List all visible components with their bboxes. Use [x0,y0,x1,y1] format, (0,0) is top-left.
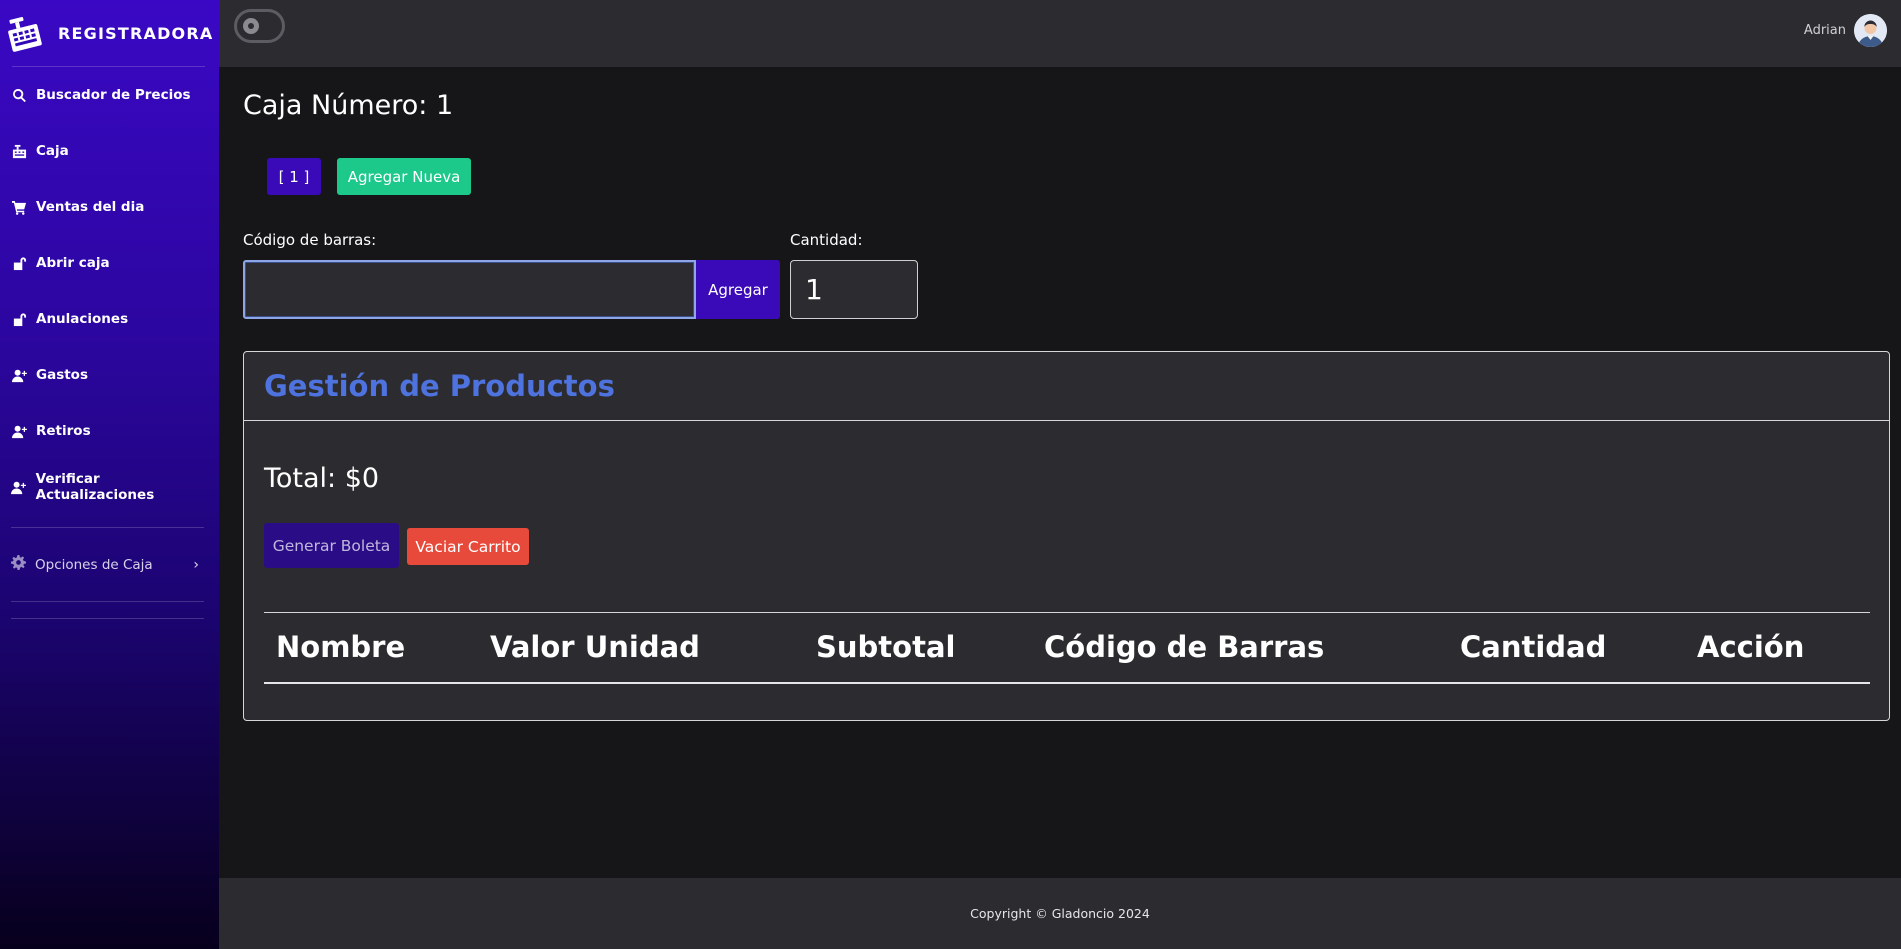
add-new-cash-register-button[interactable]: Agregar Nueva [337,158,471,195]
empty-cart-button[interactable]: Vaciar Carrito [407,528,529,565]
sidebar-item-caja[interactable]: Caja [0,123,219,179]
chevron-right-icon: › [193,556,199,573]
brand-name: REGISTRADORA [58,23,214,43]
cart-total: Total: $0 [264,463,380,494]
quantity-label: Cantidad: [790,231,863,249]
products-table: Nombre Valor Unidad Subtotal Código de B… [264,612,1870,684]
sidebar: REGISTRADORA Buscador de Precios Caja Ve… [0,0,219,949]
cash-register-icon [8,16,42,52]
user-plus-icon [11,479,27,495]
sidebar-divider [11,618,204,619]
sidebar-item-gastos[interactable]: Gastos [0,347,219,403]
add-product-button[interactable]: Agregar [696,260,780,319]
sidebar-item-verificar-actualizaciones[interactable]: Verificar Actualizaciones [0,459,219,515]
sidebar-item-retiros[interactable]: Retiros [0,403,219,459]
sidebar-item-buscador-de-precios[interactable]: Buscador de Precios [0,67,219,123]
toggle-knob [243,18,259,34]
sidebar-item-label: Caja [36,143,69,159]
column-header-nombre: Nombre [264,612,478,684]
products-card: Gestión de Productos Total: $0 Generar B… [243,351,1890,721]
sidebar-item-label: Abrir caja [36,255,110,271]
sidebar-item-opciones-de-caja[interactable]: Opciones de Caja › [0,528,219,601]
sidebar-item-anulaciones[interactable]: Anulaciones [0,291,219,347]
card-title: Gestión de Productos [264,369,615,403]
unlock-icon [11,311,27,327]
barcode-label: Código de barras: [243,231,377,249]
user-plus-icon [11,423,27,439]
cart-icon [11,199,27,215]
theme-toggle-icon[interactable] [234,9,285,43]
cash-register-icon [11,143,27,159]
card-header: Gestión de Productos [244,352,1889,421]
column-header-valor-unidad: Valor Unidad [478,612,804,684]
column-header-subtotal: Subtotal [804,612,1032,684]
column-header-cantidad: Cantidad [1448,612,1685,684]
sidebar-item-label: Opciones de Caja [35,556,153,573]
copyright-text: Copyright © Gladoncio 2024 [970,906,1150,921]
sidebar-item-label: Ventas del dia [36,199,145,215]
cash-register-tab-1[interactable]: [ 1 ] [267,158,321,195]
sidebar-item-label: Anulaciones [36,311,129,327]
generate-receipt-button[interactable]: Generar Boleta [264,523,399,568]
unlock-icon [11,255,27,271]
sidebar-item-label: Buscador de Precios [36,87,191,103]
sidebar-item-label: Verificar Actualizaciones [35,471,155,503]
sidebar-item-label: Retiros [36,423,91,439]
footer: Copyright © Gladoncio 2024 [219,878,1901,949]
user-name: Adrian [1803,23,1846,38]
topbar: Adrian [219,0,1901,67]
sidebar-nav: Buscador de Precios Caja Ventas del dia … [0,67,219,515]
table-header-row: Nombre Valor Unidad Subtotal Código de B… [264,612,1870,684]
sidebar-divider [11,601,204,602]
column-header-codigo-de-barras: Código de Barras [1032,612,1448,684]
search-icon [11,87,27,103]
brand[interactable]: REGISTRADORA [0,0,219,66]
quantity-input[interactable] [790,260,918,319]
user-plus-icon [11,367,27,383]
sidebar-item-abrir-caja[interactable]: Abrir caja [0,235,219,291]
sidebar-item-ventas-del-dia[interactable]: Ventas del dia [0,179,219,235]
page-title: Caja Número: 1 [243,90,454,121]
column-header-accion: Acción [1685,612,1870,684]
barcode-input[interactable] [243,260,696,319]
gear-icon [11,555,26,574]
avatar [1854,14,1887,47]
sidebar-item-label: Gastos [36,367,88,383]
user-menu[interactable]: Adrian [1804,14,1887,47]
